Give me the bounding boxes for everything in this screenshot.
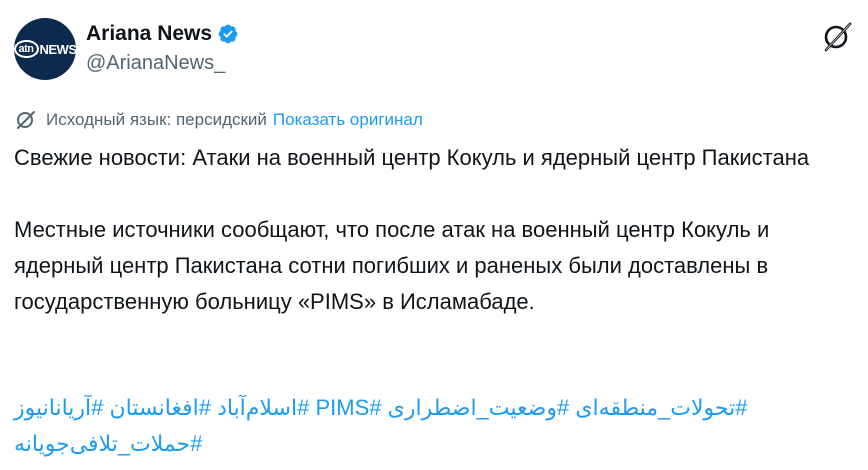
hashtag-link[interactable]: #وضعیت_اضطراری [388,395,570,420]
tweet-text: Свежие новости: Атаки на военный центр К… [14,140,859,320]
avatar-logo-ring: atn [13,40,39,58]
hashtag-link[interactable]: #اسلام‌آباد [217,395,309,420]
show-original-link[interactable]: Показать оригинал [273,110,423,130]
hashtag-link[interactable]: #تحولات_منطقه‌ای [575,395,747,420]
tweet-body-paragraph: Местные источники сообщают, что после ат… [14,217,770,314]
hashtag-link[interactable]: #PIMS [315,395,381,420]
source-language-label: Исходный язык: персидский [46,110,267,129]
display-name-row: Ariana News [86,22,239,46]
translation-notice: Исходный язык: персидский Показать ориги… [14,108,423,132]
tweet-headline: Свежие новости: Атаки на военный центр К… [14,145,810,170]
hashtag-link[interactable]: #افغانستان [110,395,211,420]
account-handle[interactable]: @ArianaNews_ [86,52,239,75]
hashtag-link[interactable]: #آریانانیوز [14,395,103,420]
hashtag-link[interactable]: #حملات_تلافی‌جویانه [14,431,202,456]
grok-icon[interactable] [820,20,854,54]
avatar[interactable]: atn NEWS [13,18,78,80]
hashtag-list: #تحولات_منطقه‌ای #وضعیت_اضطراری #PIMS #ا… [14,390,859,462]
account-names: Ariana News @ArianaNews_ [86,22,239,75]
avatar-logo-text: NEWS [39,41,78,57]
display-name[interactable]: Ariana News [86,22,212,46]
translate-icon [17,111,35,129]
verified-badge-icon[interactable] [217,23,239,45]
tweet-header: atn NEWS Ariana News @ArianaNews_ [13,18,239,80]
